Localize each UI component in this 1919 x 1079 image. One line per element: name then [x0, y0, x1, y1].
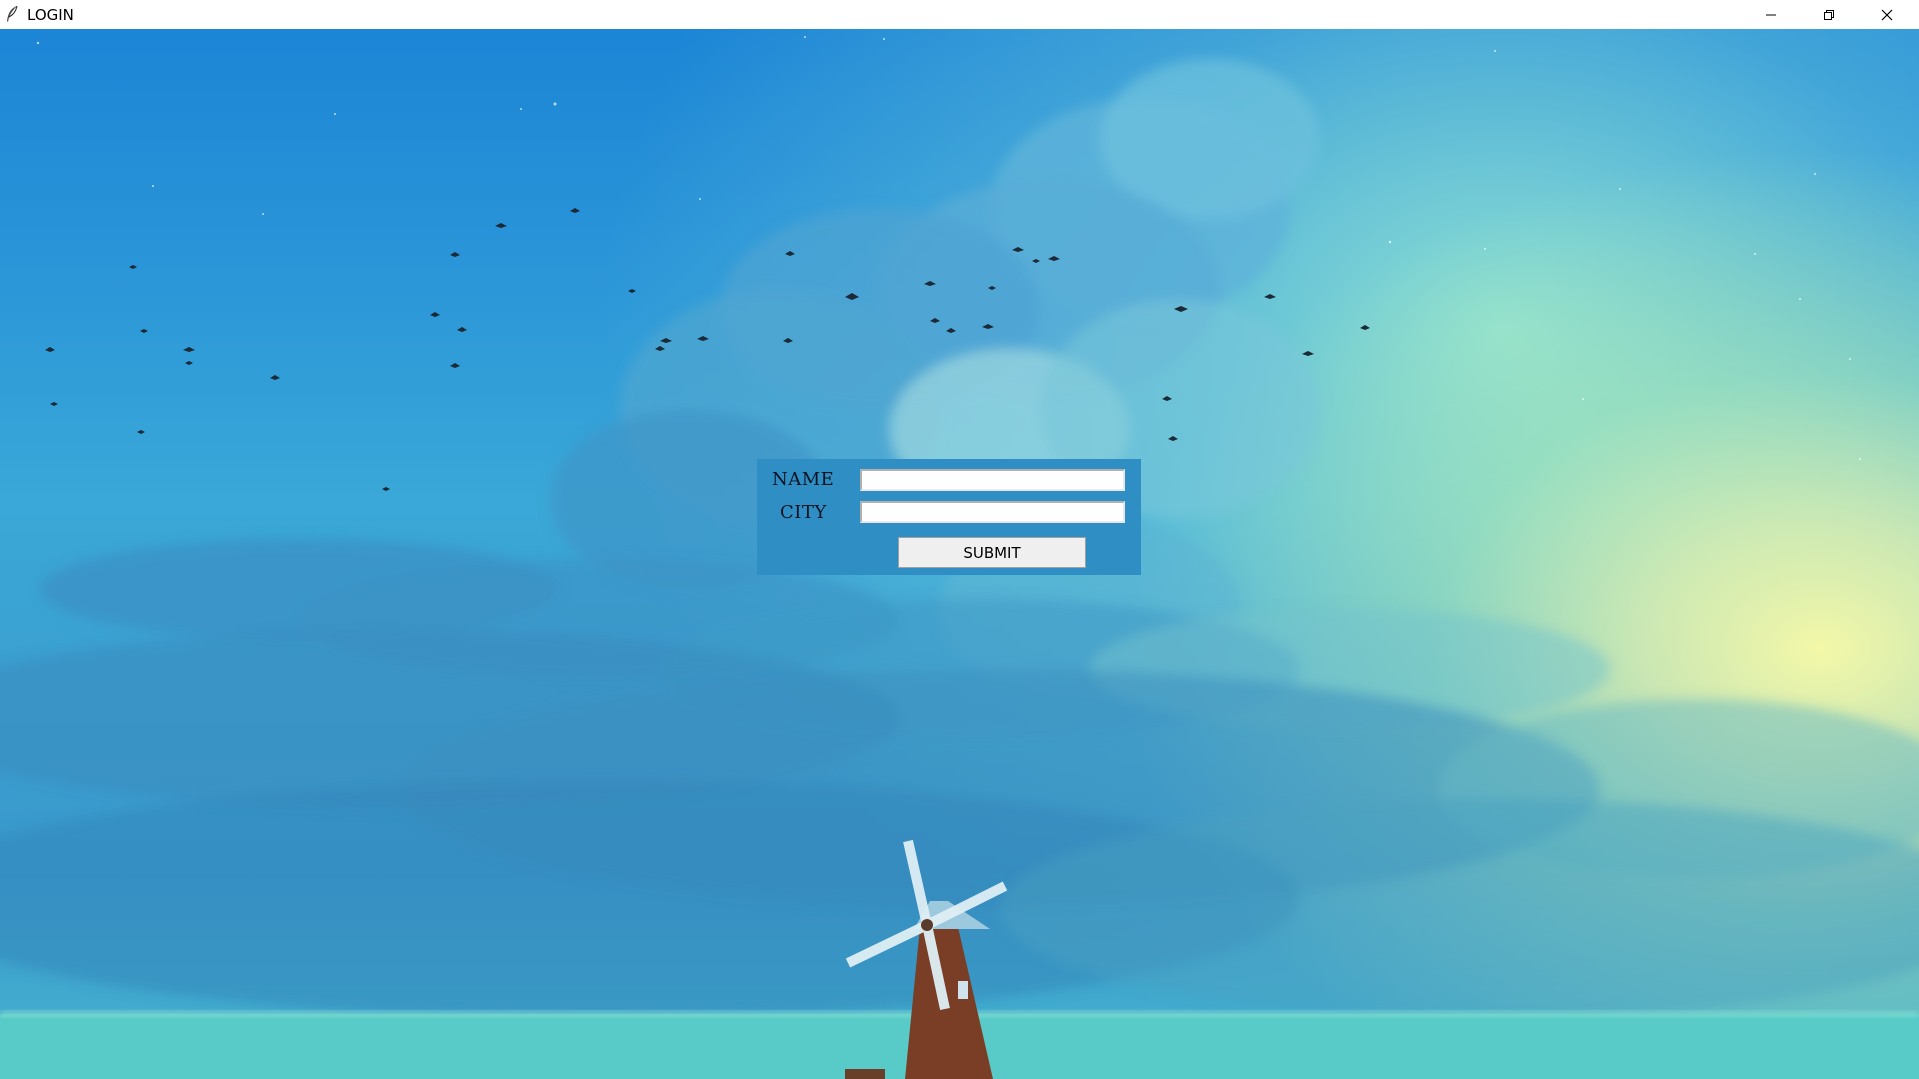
- window-title: LOGIN: [27, 6, 74, 24]
- close-button[interactable]: [1858, 0, 1916, 29]
- restore-icon: [1823, 9, 1835, 21]
- background-image: NAME CITY SUBMIT: [0, 29, 1919, 1079]
- name-label: NAME: [772, 469, 835, 490]
- login-form: NAME CITY SUBMIT: [757, 459, 1141, 575]
- feather-icon: [5, 5, 19, 23]
- minimize-button[interactable]: [1742, 0, 1800, 29]
- restore-button[interactable]: [1800, 0, 1858, 29]
- close-icon: [1881, 9, 1893, 21]
- title-bar[interactable]: LOGIN: [0, 0, 1919, 29]
- city-label: CITY: [780, 502, 827, 523]
- minimize-icon: [1765, 9, 1777, 21]
- login-window: LOGIN NAME CITY SUBMIT: [0, 0, 1919, 1079]
- name-input[interactable]: [860, 469, 1125, 491]
- submit-button[interactable]: SUBMIT: [898, 537, 1086, 568]
- city-input[interactable]: [860, 501, 1125, 523]
